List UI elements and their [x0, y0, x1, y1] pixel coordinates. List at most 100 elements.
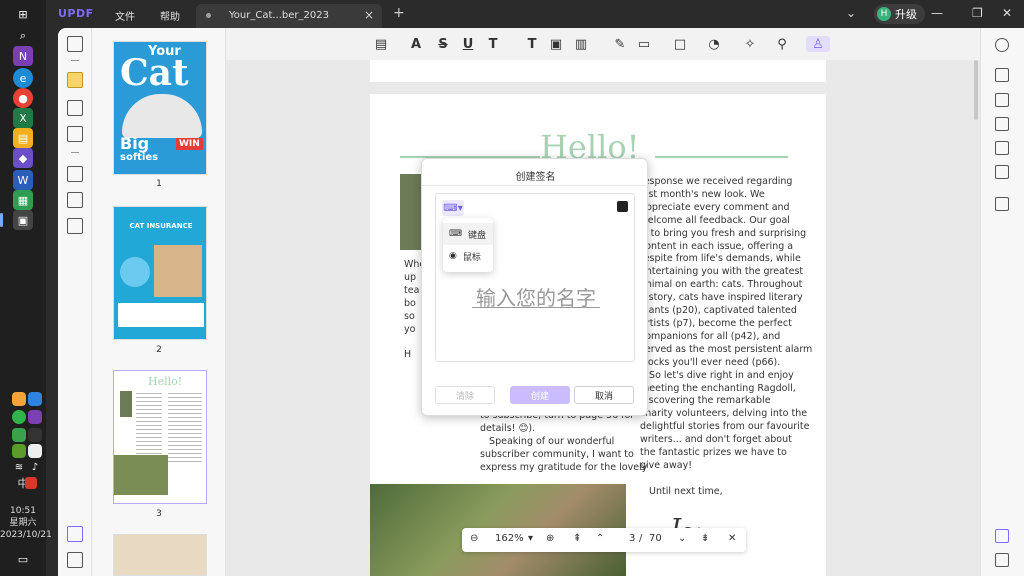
tray-penguin-icon[interactable] [28, 428, 42, 442]
search-icon[interactable]: ⌕ [13, 26, 33, 46]
tray-nvidia-icon[interactable] [12, 444, 26, 458]
tray-cloud-icon[interactable] [28, 392, 42, 406]
dropdown-item-mouse[interactable]: ◉ 鼠标 [443, 245, 493, 267]
updf-taskbar-icon[interactable]: ▣ [13, 210, 33, 230]
comments-panel-icon[interactable] [995, 553, 1009, 567]
left-column-bottom: to subscribe, turn to page 56 for detail… [480, 410, 648, 473]
thumbnail-panel: Your Cat Big softies WIN 1 CAT INSURANCE… [92, 28, 226, 576]
stamp-icon[interactable]: ⚲ [774, 36, 790, 52]
menu-file[interactable]: 文件 [115, 8, 135, 23]
onenote-icon[interactable]: N [13, 46, 33, 66]
underline-icon[interactable]: U [460, 36, 476, 52]
tray-onenote-icon[interactable] [28, 410, 42, 424]
ai-assistant-icon[interactable] [995, 529, 1009, 543]
save-icon[interactable] [995, 197, 1009, 211]
document-tab[interactable]: Your_Cat...ber_2023 × [196, 4, 382, 28]
thumbnail-page-1[interactable]: Your Cat Big softies WIN [113, 41, 207, 175]
layers-icon[interactable] [67, 526, 83, 542]
eraser-icon[interactable]: ▭ [636, 36, 652, 52]
shape-icon[interactable]: □ [672, 36, 688, 52]
share-icon[interactable] [995, 141, 1009, 155]
page3-thumb-col2 [168, 393, 202, 463]
pin-icon[interactable]: ✧ [742, 36, 758, 52]
vertical-scrollbar[interactable] [974, 60, 978, 120]
crop-icon[interactable] [67, 192, 83, 208]
next-page-icon[interactable]: ⌄ [678, 533, 686, 544]
first-page-icon[interactable]: ⇞ [573, 533, 581, 544]
upgrade-button[interactable]: H 升级 [874, 4, 925, 24]
chevron-down-icon[interactable]: ⌄ [846, 6, 856, 20]
close-window-icon[interactable]: ✕ [1002, 6, 1012, 20]
tray-shield-icon[interactable] [12, 392, 26, 406]
comment-icon[interactable] [67, 72, 83, 88]
create-button[interactable]: 创建 [510, 386, 570, 404]
ink-color-swatch[interactable] [617, 201, 628, 212]
thumbnail-page-2[interactable]: CAT INSURANCE [113, 206, 207, 340]
last-page-icon[interactable]: ⇟ [701, 533, 709, 544]
chrome-icon[interactable]: ● [13, 88, 33, 108]
sticker-icon[interactable]: ◔ [706, 36, 722, 52]
pencil-icon[interactable]: ✎ [612, 36, 628, 52]
avatar: H [877, 7, 891, 21]
close-tab-icon[interactable]: × [364, 8, 374, 22]
close-zoombar-icon[interactable]: ✕ [728, 533, 736, 544]
reader-icon[interactable] [67, 36, 83, 52]
tab-title: Your_Cat...ber_2023 [229, 10, 329, 21]
cover-text-big: Big [120, 134, 150, 153]
wifi-icon[interactable]: ≋ [12, 460, 26, 474]
tools-icon[interactable] [67, 218, 83, 234]
text-callout-icon[interactable]: ▥ [573, 36, 589, 52]
clear-button[interactable]: 清除 [435, 386, 495, 404]
text-icon[interactable]: T [524, 36, 540, 52]
note-icon[interactable]: ▤ [373, 36, 389, 52]
dropdown-item-keyboard[interactable]: ⌨ 键盘 [443, 223, 493, 245]
ocr-icon[interactable] [995, 68, 1009, 82]
zoom-out-icon[interactable]: ⊖ [470, 533, 478, 544]
battery-icon[interactable] [28, 444, 42, 458]
convert-icon[interactable] [995, 93, 1009, 107]
squiggly-icon[interactable]: T [485, 36, 501, 52]
restore-icon[interactable]: ❐ [972, 6, 983, 20]
tray-wechat-icon[interactable] [12, 410, 26, 424]
new-tab-icon[interactable]: + [393, 5, 405, 21]
form-icon[interactable] [67, 126, 83, 142]
menu-help[interactable]: 帮助 [160, 8, 180, 23]
notification-icon[interactable]: ▭ [13, 549, 33, 569]
app2-icon[interactable]: ▦ [13, 190, 33, 210]
thumbnail-page-4[interactable] [113, 534, 207, 576]
zoom-level[interactable]: 162% [495, 533, 524, 544]
textbox-icon[interactable]: ▣ [548, 36, 564, 52]
signature-icon[interactable]: ♙ [806, 36, 830, 52]
previous-page-icon[interactable]: ⌃ [596, 533, 604, 544]
ime-indicator[interactable]: 中 [0, 478, 46, 490]
excel-icon[interactable]: X [13, 108, 33, 128]
tray-sogou-icon[interactable] [25, 477, 37, 489]
clock-weekday[interactable]: 星期六 [0, 517, 46, 529]
cancel-button[interactable]: 取消 [574, 386, 634, 404]
strikethrough-icon[interactable]: S [435, 36, 451, 52]
edit-pdf-icon[interactable] [67, 100, 83, 116]
organize-pages-icon[interactable] [67, 166, 83, 182]
email-icon[interactable] [995, 165, 1009, 179]
chair-photo [400, 174, 422, 250]
input-mode-button[interactable]: ⌨▾ [442, 200, 464, 216]
file-explorer-icon[interactable]: ▤ [13, 128, 33, 148]
current-page-input[interactable]: 3 [629, 533, 635, 544]
word-icon[interactable]: W [13, 170, 33, 190]
clock-date[interactable]: 2023/10/21 [0, 529, 52, 541]
volume-icon[interactable]: ♪ [28, 460, 42, 474]
clock-time[interactable]: 10:51 [0, 505, 46, 517]
windows-start-icon[interactable]: ⊞ [13, 4, 33, 24]
previous-page-bottom [370, 60, 826, 82]
app-icon[interactable]: ◆ [13, 148, 33, 168]
minimize-icon[interactable]: — [931, 6, 943, 20]
zoom-dropdown-icon[interactable]: ▾ [528, 533, 533, 544]
highlight-icon[interactable]: A [408, 36, 424, 52]
thumbnail-page-3[interactable]: Hello! [113, 370, 207, 504]
bookmark-icon[interactable] [67, 552, 83, 568]
search-document-icon[interactable] [995, 38, 1009, 52]
tray-app-icon[interactable] [12, 428, 26, 442]
zoom-in-icon[interactable]: ⊕ [546, 533, 554, 544]
edge-icon[interactable]: e [13, 68, 33, 88]
protect-icon[interactable] [995, 117, 1009, 131]
